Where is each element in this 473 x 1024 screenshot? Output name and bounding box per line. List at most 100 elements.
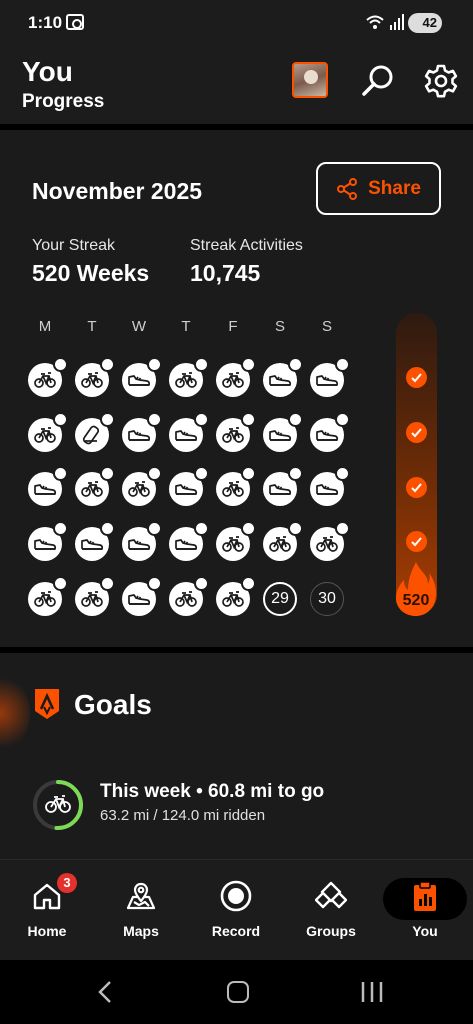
share-button[interactable]: Share	[316, 162, 441, 215]
back-icon[interactable]	[95, 980, 117, 1004]
activity-day-shoe[interactable]	[122, 412, 162, 452]
activity-day-weights[interactable]	[75, 412, 115, 452]
activity-day-bike[interactable]	[28, 576, 68, 616]
activity-day-bike[interactable]	[28, 412, 68, 452]
activity-day-shoe[interactable]	[75, 521, 115, 561]
activity-day-bike[interactable]	[216, 412, 256, 452]
bike-icon	[34, 372, 56, 388]
activity-day-shoe[interactable]	[122, 521, 162, 561]
shoe-icon	[34, 484, 57, 495]
nav-groups-label: Groups	[306, 923, 356, 939]
activity-day-bike[interactable]	[75, 576, 115, 616]
system-nav-bar	[0, 960, 473, 1024]
activity-day-shoe[interactable]	[310, 466, 350, 506]
nav-maps[interactable]: Maps	[96, 860, 186, 960]
goals-title: Goals	[74, 689, 152, 720]
home-button[interactable]	[227, 981, 249, 1003]
activity-day-shoe[interactable]	[310, 357, 350, 397]
goal-detail: 63.2 mi / 124.0 mi ridden	[100, 807, 266, 824]
shoe-icon	[128, 594, 151, 605]
activity-day-shoe[interactable]	[122, 357, 162, 397]
page-header: You Progress	[0, 46, 473, 124]
map-icon	[126, 882, 156, 910]
goal-title: This week • 60.8 mi to go	[100, 781, 325, 802]
nav-record-label: Record	[211, 923, 261, 939]
activity-day-shoe[interactable]	[122, 576, 162, 616]
activity-day-bike[interactable]	[216, 521, 256, 561]
nav-maps-label: Maps	[123, 923, 159, 939]
weekday-label: F	[228, 318, 238, 335]
activity-day-bike[interactable]	[122, 466, 162, 506]
streak-week-count: 520	[402, 592, 430, 609]
bike-icon	[316, 536, 338, 552]
nav-you-label: You	[412, 923, 438, 939]
weekday-label: S	[321, 318, 332, 335]
activity-day-bike[interactable]	[310, 521, 350, 561]
record-icon	[220, 880, 252, 912]
status-time: 1:10	[28, 13, 63, 32]
activity-day-bike[interactable]	[263, 521, 303, 561]
activity-day-shoe[interactable]	[28, 466, 68, 506]
month-title: November 2025	[32, 178, 203, 204]
goals-section[interactable]: Goals This week • 60.8 mi to go 63.2 mi …	[0, 653, 473, 859]
activity-day-shoe[interactable]	[169, 466, 209, 506]
calendar-day[interactable]: 29	[263, 582, 297, 616]
shoe-icon	[316, 484, 339, 495]
activity-day-shoe[interactable]	[263, 357, 303, 397]
activity-day-shoe[interactable]	[169, 412, 209, 452]
shoe-icon	[128, 375, 151, 386]
activity-day-bike[interactable]	[28, 357, 68, 397]
weight-training-icon	[82, 425, 100, 445]
screen-cast-icon	[66, 14, 84, 30]
calendar-day[interactable]: 30	[310, 582, 344, 616]
nav-record[interactable]: Record	[191, 860, 281, 960]
goal-progress-ring	[33, 780, 83, 830]
shoe-icon	[316, 430, 339, 441]
activity-day-bike[interactable]	[75, 466, 115, 506]
activity-day-shoe[interactable]	[263, 412, 303, 452]
avatar[interactable]	[292, 62, 328, 98]
activity-day-bike[interactable]	[216, 357, 256, 397]
wifi-icon	[366, 15, 384, 29]
activity-day-bike[interactable]	[169, 576, 209, 616]
bottom-nav: 3 Home Maps Record Groups You	[0, 859, 473, 960]
shoe-icon	[175, 430, 198, 441]
share-label: Share	[368, 177, 421, 199]
shoe-icon	[175, 484, 198, 495]
shoe-icon	[316, 375, 339, 386]
activity-day-shoe[interactable]	[28, 521, 68, 561]
activity-day-bike[interactable]	[75, 357, 115, 397]
activity-day-bike[interactable]	[169, 357, 209, 397]
bike-icon	[34, 427, 56, 443]
groups-icon	[315, 881, 347, 909]
shoe-icon	[128, 430, 151, 441]
nav-groups[interactable]: Groups	[286, 860, 376, 960]
recents-icon[interactable]	[360, 981, 384, 1003]
shoe-icon	[175, 539, 198, 550]
shoe-icon	[34, 539, 57, 550]
activity-day-shoe[interactable]	[310, 412, 350, 452]
bike-icon	[222, 427, 244, 443]
activity-day-shoe[interactable]	[169, 521, 209, 561]
check-icon	[406, 531, 427, 552]
share-icon	[337, 177, 358, 200]
activity-day-bike[interactable]	[216, 466, 256, 506]
shoe-icon	[128, 539, 151, 550]
goals-icon	[35, 689, 59, 719]
activity-day-bike[interactable]	[216, 576, 256, 616]
check-icon	[406, 367, 427, 388]
activity-day-shoe[interactable]	[263, 466, 303, 506]
nav-home[interactable]: 3 Home	[2, 860, 92, 960]
notification-badge: 3	[57, 873, 77, 893]
bike-icon	[222, 481, 244, 497]
nav-you[interactable]: You	[380, 860, 470, 960]
bike-icon	[222, 372, 244, 388]
search-icon[interactable]	[360, 63, 396, 99]
gear-icon[interactable]	[422, 62, 460, 100]
progress-clipboard-icon	[414, 881, 436, 911]
glow-decoration	[0, 673, 30, 753]
weekday-label: S	[274, 318, 285, 335]
bike-icon	[175, 591, 197, 607]
page-title: You	[22, 56, 73, 87]
activities-value: 10,745	[190, 260, 261, 286]
